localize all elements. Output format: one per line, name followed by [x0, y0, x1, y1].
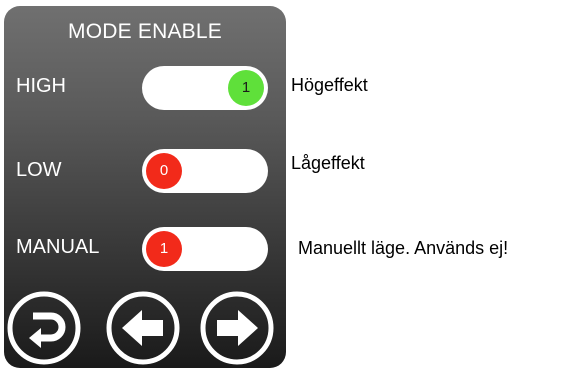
mode-label-low: LOW	[16, 159, 62, 181]
toggle-manual[interactable]: 1	[142, 227, 268, 271]
return-button[interactable]	[7, 291, 81, 365]
toggle-low[interactable]: 0	[142, 149, 268, 193]
mode-label-manual: MANUAL	[16, 236, 100, 258]
toggle-low-knob: 0	[146, 153, 182, 189]
description-low: Lågeffekt	[291, 153, 365, 173]
screen: MODE ENABLE HIGH 1 LOW 0 MANUAL 1 Högeff…	[0, 0, 579, 372]
return-icon	[7, 291, 81, 365]
back-button[interactable]	[106, 291, 180, 365]
mode-label-high: HIGH	[16, 75, 66, 97]
toggle-high[interactable]: 1	[142, 66, 268, 110]
arrow-left-icon	[106, 291, 180, 365]
forward-button[interactable]	[200, 291, 274, 365]
toggle-high-knob: 1	[228, 70, 264, 106]
arrow-right-icon	[200, 291, 274, 365]
description-high: Högeffekt	[291, 75, 368, 95]
description-manual: Manuellt läge. Används ej!	[298, 238, 509, 258]
toggle-manual-knob: 1	[146, 231, 182, 267]
panel-title: MODE ENABLE	[68, 20, 222, 43]
